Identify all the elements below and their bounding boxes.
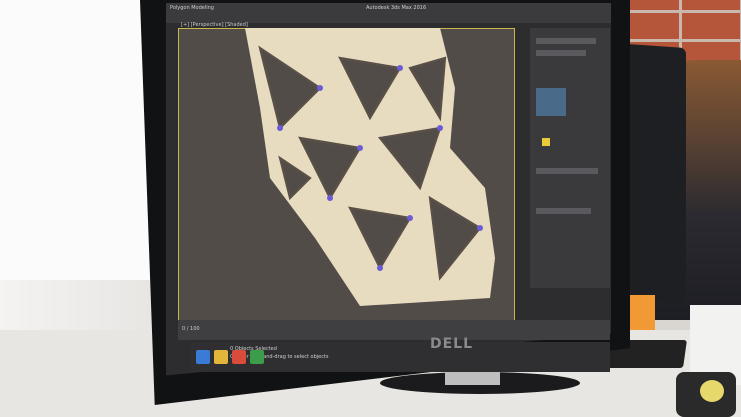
menu-bar: Polygon Modeling Autodesk 3ds Max 2016	[166, 3, 611, 23]
ribbon-label: Polygon Modeling	[170, 5, 214, 11]
panel-swatch[interactable]	[536, 88, 566, 116]
panel-color[interactable]	[542, 138, 550, 146]
taskbar	[196, 350, 296, 372]
window-title: Autodesk 3ds Max 2016	[366, 5, 427, 11]
start-icon[interactable]	[196, 350, 210, 364]
tape-roll	[700, 380, 724, 402]
monitor-brand-logo: DELL	[430, 336, 474, 352]
folder-icon[interactable]	[214, 350, 228, 364]
timeline-label: 0 / 100	[182, 326, 200, 332]
command-panel[interactable]	[530, 28, 610, 288]
panel-button[interactable]	[536, 208, 591, 214]
app-icon[interactable]	[232, 350, 246, 364]
panel-button[interactable]	[536, 168, 598, 174]
wireframe-mesh	[245, 28, 495, 306]
panel-button[interactable]	[536, 50, 586, 56]
viewport-label[interactable]: [+] [Perspective] [Shaded]	[181, 22, 248, 28]
window-frame	[0, 0, 156, 280]
panel-button[interactable]	[536, 38, 596, 44]
timeline[interactable]: 0 / 100	[178, 320, 610, 340]
app-icon[interactable]	[250, 350, 264, 364]
